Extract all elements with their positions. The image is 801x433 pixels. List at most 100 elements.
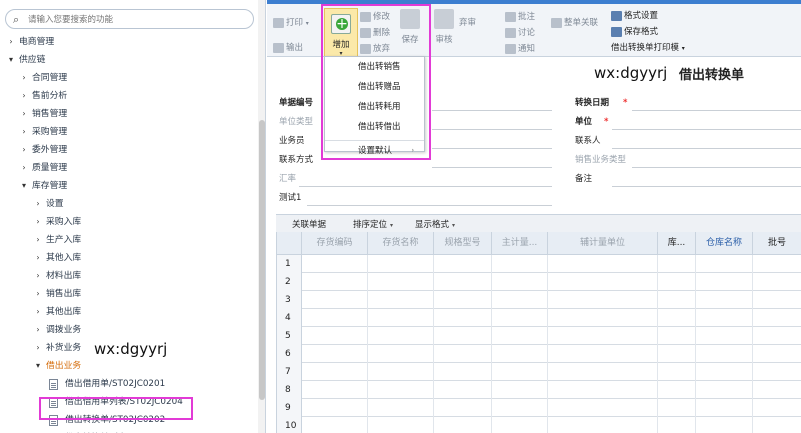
contact-method-field[interactable]: [432, 167, 552, 168]
tree-item[interactable]: › 设置: [0, 195, 258, 213]
chevron-right-icon[interactable]: ›: [19, 141, 29, 159]
chevron-down-icon[interactable]: ▾: [33, 357, 43, 375]
column-header[interactable]: 批号: [753, 232, 801, 255]
table-cell[interactable]: [696, 381, 753, 399]
unit-field[interactable]: [612, 129, 801, 130]
tree-item[interactable]: › 其他入库: [0, 249, 258, 267]
table-cell[interactable]: [658, 345, 696, 363]
table-cell[interactable]: [548, 381, 658, 399]
table-cell[interactable]: [434, 399, 492, 417]
table-cell[interactable]: [696, 273, 753, 291]
salesman-field[interactable]: [432, 148, 552, 149]
table-cell[interactable]: [548, 345, 658, 363]
approve-button[interactable]: 批注: [505, 10, 535, 22]
chevron-right-icon[interactable]: ›: [33, 195, 43, 213]
table-cell[interactable]: [368, 345, 434, 363]
rate-field[interactable]: [299, 186, 552, 187]
table-cell[interactable]: [658, 381, 696, 399]
table-cell[interactable]: [492, 255, 548, 273]
tree-item[interactable]: › 售前分析: [0, 87, 258, 105]
tree-item[interactable]: › 采购管理: [0, 123, 258, 141]
table-cell[interactable]: [368, 291, 434, 309]
audit-button[interactable]: 审核: [431, 9, 457, 45]
tree-item[interactable]: › 销售出库: [0, 285, 258, 303]
table-cell[interactable]: [658, 291, 696, 309]
format-settings-button[interactable]: 格式设置: [611, 9, 658, 21]
table-cell[interactable]: [696, 327, 753, 345]
tree-item[interactable]: 借出转换单列表/ST02JC0205: [0, 429, 258, 433]
column-header[interactable]: 辅计量单位: [548, 232, 658, 255]
chevron-right-icon[interactable]: ›: [33, 231, 43, 249]
table-cell[interactable]: [302, 309, 368, 327]
chevron-right-icon[interactable]: ›: [19, 105, 29, 123]
convert-date-field[interactable]: [632, 110, 801, 111]
chevron-right-icon[interactable]: ›: [33, 267, 43, 285]
table-cell[interactable]: [302, 399, 368, 417]
sales-type-field[interactable]: [632, 167, 801, 168]
table-cell[interactable]: [658, 399, 696, 417]
table-cell[interactable]: [492, 417, 548, 433]
chevron-down-icon[interactable]: ▾: [6, 51, 16, 69]
table-row[interactable]: 9: [277, 399, 801, 417]
table-cell[interactable]: [302, 363, 368, 381]
discuss-button[interactable]: 讨论: [505, 26, 535, 38]
column-header[interactable]: 规格型号: [434, 232, 492, 255]
table-cell[interactable]: [302, 417, 368, 433]
table-cell[interactable]: [753, 399, 801, 417]
chevron-right-icon[interactable]: ›: [6, 33, 16, 51]
table-cell[interactable]: [548, 291, 658, 309]
table-cell[interactable]: [368, 381, 434, 399]
remark-field[interactable]: [612, 186, 801, 187]
doc-no-field[interactable]: [432, 110, 552, 111]
tree-item[interactable]: › 调拨业务: [0, 321, 258, 339]
save-format-button[interactable]: 保存格式: [611, 25, 658, 37]
table-cell[interactable]: [548, 399, 658, 417]
tree-item[interactable]: › 合同管理: [0, 69, 258, 87]
tree-item[interactable]: ▾ 供应链: [0, 51, 258, 69]
table-cell[interactable]: [548, 255, 658, 273]
table-row[interactable]: 1: [277, 255, 801, 273]
table-cell[interactable]: [492, 363, 548, 381]
table-cell[interactable]: [368, 399, 434, 417]
related-docs-button[interactable]: 关联单据: [292, 218, 326, 230]
table-cell[interactable]: [302, 327, 368, 345]
table-cell[interactable]: [696, 309, 753, 327]
table-cell[interactable]: [548, 417, 658, 433]
table-cell[interactable]: [434, 327, 492, 345]
table-cell[interactable]: [492, 291, 548, 309]
tree-item[interactable]: › 销售管理: [0, 105, 258, 123]
table-cell[interactable]: [696, 363, 753, 381]
table-cell[interactable]: [696, 255, 753, 273]
unit-type-field[interactable]: [432, 129, 552, 130]
table-row[interactable]: 3: [277, 291, 801, 309]
table-cell[interactable]: [658, 309, 696, 327]
table-cell[interactable]: [434, 273, 492, 291]
table-cell[interactable]: [658, 255, 696, 273]
table-cell[interactable]: [753, 309, 801, 327]
table-cell[interactable]: [658, 327, 696, 345]
table-cell[interactable]: [753, 273, 801, 291]
chevron-right-icon[interactable]: ›: [33, 339, 43, 357]
table-row[interactable]: 5: [277, 327, 801, 345]
table-cell[interactable]: [368, 273, 434, 291]
table-row[interactable]: 10: [277, 417, 801, 433]
table-cell[interactable]: [368, 363, 434, 381]
table-row[interactable]: 6: [277, 345, 801, 363]
column-header[interactable]: 存货名称: [368, 232, 434, 255]
table-cell[interactable]: [658, 363, 696, 381]
table-cell[interactable]: [492, 399, 548, 417]
tree-item[interactable]: 借出借用单/ST02JC0201: [0, 375, 258, 393]
table-cell[interactable]: [302, 381, 368, 399]
tree-item[interactable]: › 采购入库: [0, 213, 258, 231]
chevron-right-icon[interactable]: ›: [33, 249, 43, 267]
test1-field[interactable]: [307, 205, 552, 206]
display-format-button[interactable]: 显示格式 ▾: [415, 218, 455, 230]
print-template-select[interactable]: 借出转换单打印模 ▾: [611, 41, 685, 53]
chevron-right-icon[interactable]: ›: [33, 321, 43, 339]
table-cell[interactable]: [548, 327, 658, 345]
table-cell[interactable]: [753, 417, 801, 433]
tree-item[interactable]: › 电商管理: [0, 33, 258, 51]
column-header[interactable]: 库...: [658, 232, 696, 255]
table-cell[interactable]: [302, 291, 368, 309]
chevron-right-icon[interactable]: ›: [33, 213, 43, 231]
